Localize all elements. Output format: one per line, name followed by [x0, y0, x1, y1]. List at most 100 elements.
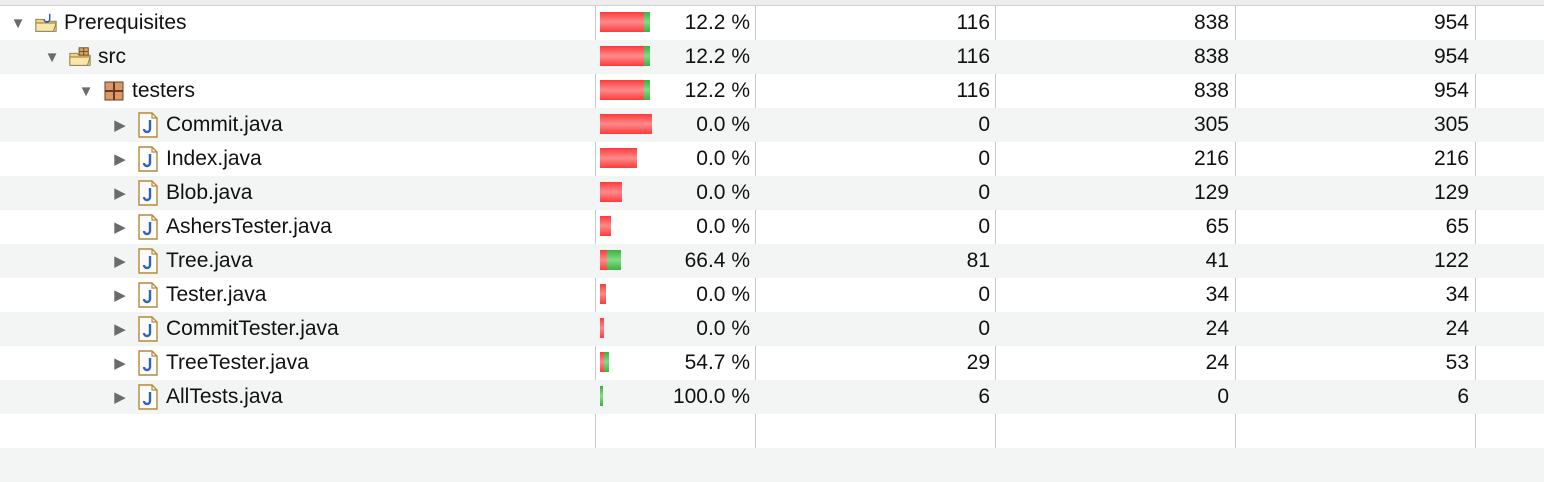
covered-instructions: 0: [978, 215, 990, 238]
covered-segment: [644, 80, 650, 100]
covered-instructions: 0: [978, 113, 990, 136]
coverage-percent: 0.0 %: [696, 113, 750, 136]
covered-instructions: 0: [978, 317, 990, 340]
covered-segment: [644, 12, 650, 32]
tree-row[interactable]: ▶ Blob.java 0.0 % 0 129 129: [0, 176, 1544, 210]
missed-segment: [600, 148, 637, 168]
total-instructions: 216: [1433, 147, 1469, 170]
missed-segment: [600, 318, 604, 338]
collapsed-arrow-icon[interactable]: ▶: [112, 253, 128, 270]
tree-row[interactable]: ▶ Tree.java 66.4 % 81 41 122: [0, 244, 1544, 278]
collapsed-arrow-icon[interactable]: ▶: [112, 117, 128, 134]
source-folder-icon: [68, 45, 92, 69]
coverage-bar: [600, 318, 604, 338]
missed-instructions: 838: [1193, 45, 1229, 68]
collapsed-arrow-icon[interactable]: ▶: [112, 287, 128, 304]
coverage-bar: [600, 46, 650, 66]
missed-segment: [600, 182, 622, 202]
element-name: Blob.java: [166, 181, 253, 204]
project-folder-icon: [34, 11, 58, 35]
total-instructions: 954: [1433, 45, 1469, 68]
tree-row[interactable]: ▶ TreeTester.java 54.7 % 29 24 53: [0, 346, 1544, 380]
missed-instructions: 216: [1193, 147, 1229, 170]
coverage-bar: [600, 250, 621, 270]
covered-segment: [607, 250, 621, 270]
tree-row[interactable]: ▶ Index.java 0.0 % 0 216 216: [0, 142, 1544, 176]
tree-node[interactable]: ▶ Commit.java: [112, 108, 283, 142]
collapsed-arrow-icon[interactable]: ▶: [112, 185, 128, 202]
element-name: testers: [132, 79, 196, 102]
tree-node[interactable]: ▶ Blob.java: [112, 176, 252, 210]
tree-node[interactable]: ▼ Prerequisites: [10, 6, 187, 40]
missed-segment: [600, 114, 652, 134]
java-file-icon: [136, 214, 160, 240]
covered-instructions: 116: [956, 45, 990, 68]
covered-instructions: 0: [978, 181, 990, 204]
tree-node[interactable]: ▶ Tree.java: [112, 244, 253, 278]
tree-row[interactable]: ▶ AllTests.java 100.0 % 6 0 6: [0, 380, 1544, 414]
element-name: CommitTester.java: [166, 317, 339, 340]
expanded-arrow-icon[interactable]: ▼: [10, 15, 26, 32]
tree-row[interactable]: ▶ Tester.java 0.0 % 0 34 34: [0, 278, 1544, 312]
expanded-arrow-icon[interactable]: ▼: [44, 49, 60, 66]
tree-node[interactable]: ▶ AshersTester.java: [112, 210, 332, 244]
covered-instructions: 81: [966, 249, 990, 272]
tree-node[interactable]: ▶ Index.java: [112, 142, 262, 176]
total-instructions: 129: [1433, 181, 1469, 204]
coverage-percent: 66.4 %: [684, 249, 750, 272]
coverage-bar: [600, 386, 603, 406]
missed-instructions: 34: [1205, 283, 1229, 306]
missed-segment: [600, 284, 606, 304]
total-instructions: 24: [1445, 317, 1469, 340]
element-name: Commit.java: [166, 113, 283, 136]
total-instructions: 53: [1445, 351, 1469, 374]
tree-node[interactable]: ▼ testers: [78, 74, 195, 108]
coverage-bar: [600, 352, 609, 372]
collapsed-arrow-icon[interactable]: ▶: [112, 219, 128, 236]
tree-node[interactable]: ▼ src: [44, 40, 126, 74]
tree-row[interactable]: ▶ CommitTester.java 0.0 % 0 24 24: [0, 312, 1544, 346]
collapsed-arrow-icon[interactable]: ▶: [112, 355, 128, 372]
tree-row[interactable]: ▶ Commit.java 0.0 % 0 305 305: [0, 108, 1544, 142]
total-instructions: 34: [1445, 283, 1469, 306]
tree-row[interactable]: ▼ testers 12.2 % 116 838 954: [0, 74, 1544, 108]
element-name: Tree.java: [166, 249, 253, 272]
element-name: Tester.java: [166, 283, 267, 306]
total-instructions: 954: [1433, 79, 1469, 102]
tree-node[interactable]: ▶ CommitTester.java: [112, 312, 339, 346]
java-file-icon: [136, 384, 160, 410]
element-name: TreeTester.java: [166, 351, 309, 374]
tree-node[interactable]: ▶ TreeTester.java: [112, 346, 309, 380]
tree-row[interactable]: ▶ AshersTester.java 0.0 % 0 65 65: [0, 210, 1544, 244]
empty-row: [0, 414, 1544, 448]
missed-instructions: 129: [1193, 181, 1229, 204]
coverage-percent: 0.0 %: [696, 181, 750, 204]
coverage-bar: [600, 148, 637, 168]
missed-instructions: 41: [1205, 249, 1229, 272]
covered-segment: [644, 46, 650, 66]
empty-row: [0, 448, 1544, 482]
coverage-bar: [600, 284, 606, 304]
collapsed-arrow-icon[interactable]: ▶: [112, 321, 128, 338]
expanded-arrow-icon[interactable]: ▼: [78, 83, 94, 100]
missed-instructions: 0: [1217, 385, 1229, 408]
coverage-percent: 54.7 %: [684, 351, 750, 374]
covered-segment: [600, 386, 603, 406]
covered-instructions: 6: [978, 385, 990, 408]
coverage-percent: 100.0 %: [672, 385, 750, 408]
missed-instructions: 838: [1193, 11, 1229, 34]
total-instructions: 65: [1445, 215, 1469, 238]
missed-instructions: 24: [1205, 317, 1229, 340]
covered-instructions: 0: [978, 283, 990, 306]
missed-segment: [600, 80, 644, 100]
tree-node[interactable]: ▶ AllTests.java: [112, 380, 283, 414]
tree-row[interactable]: ▼ src 12.2 % 116 838 954: [0, 40, 1544, 74]
tree-row[interactable]: ▼ Prerequisites 12.2 % 116 838 954: [0, 6, 1544, 40]
collapsed-arrow-icon[interactable]: ▶: [112, 389, 128, 406]
collapsed-arrow-icon[interactable]: ▶: [112, 151, 128, 168]
coverage-percent: 12.2 %: [684, 11, 750, 34]
java-file-icon: [136, 316, 160, 342]
java-file-icon: [136, 282, 160, 308]
element-name: src: [98, 45, 126, 68]
tree-node[interactable]: ▶ Tester.java: [112, 278, 266, 312]
